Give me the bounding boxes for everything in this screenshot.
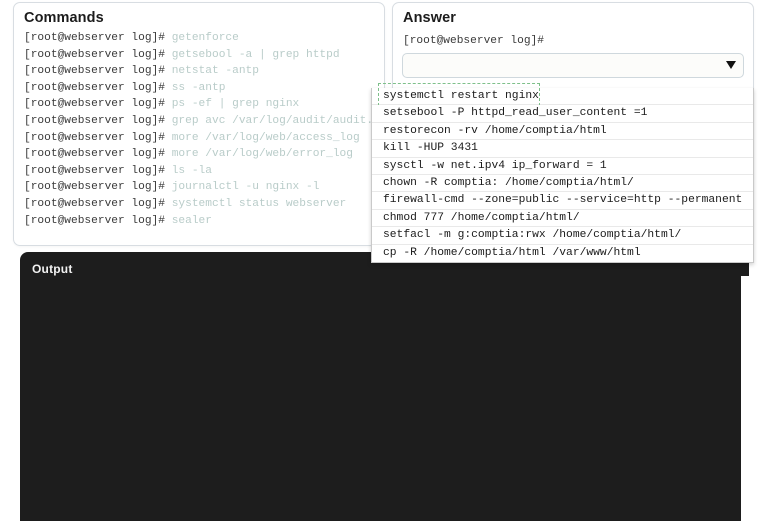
answer-prompt: [root@webserver log]# [403, 35, 544, 47]
shell-prompt: [root@webserver log]# [24, 114, 172, 127]
command-line: [root@webserver log]# grep avc /var/log/… [14, 113, 393, 130]
command-line: [root@webserver log]# sealer [14, 213, 384, 230]
command-text: netstat -antp [171, 65, 259, 78]
command-text: journalctl -u nginx -l [171, 181, 320, 194]
dropdown-option[interactable]: firewall-cmd --zone=public --service=htt… [372, 192, 753, 210]
command-text: grep avc /var/log/audit/audit.log [171, 114, 394, 127]
shell-prompt: [root@webserver log]# [24, 131, 172, 144]
command-line: [root@webserver log]# ps -ef | grep ngin… [14, 96, 384, 113]
command-line: [root@webserver log]# systemctl status w… [14, 196, 384, 213]
shell-prompt: [root@webserver log]# [24, 32, 172, 44]
shell-prompt: [root@webserver log]# [24, 197, 172, 210]
dropdown-option[interactable]: setsebool -P httpd_read_user_content =1 [372, 105, 753, 123]
command-line: [root@webserver log]# journalctl -u ngin… [14, 179, 384, 196]
commands-panel: Commands [root@webserver log]# getenforc… [13, 2, 393, 246]
dropdown-option[interactable]: cp -R /home/comptia/html /var/www/html [372, 244, 753, 262]
command-line: [root@webserver log]# more /var/log/web/… [14, 146, 384, 163]
output-panel: Output [20, 234, 749, 521]
dropdown-option[interactable]: setfacl -m g:comptia:rwx /home/comptia/h… [372, 227, 753, 245]
dropdown-option[interactable]: chmod 777 /home/comptia/html/ [372, 209, 753, 228]
shell-prompt: [root@webserver log]# [24, 214, 172, 227]
answer-select-input[interactable] [402, 53, 744, 78]
commands-list: [root@webserver log]# getenforce [root@we… [14, 30, 393, 230]
answer-panel-title: Answer [403, 10, 456, 26]
command-line: [root@webserver log]# more /var/log/web/… [14, 130, 384, 147]
shell-prompt: [root@webserver log]# [24, 81, 172, 94]
command-line: [root@webserver log]# netstat -antp [14, 63, 384, 80]
shell-prompt: [root@webserver log]# [24, 65, 172, 78]
command-line: [root@webserver log]# getsebool -a | gre… [14, 47, 384, 64]
command-line: [root@webserver log]# ls -la [14, 163, 384, 180]
chevron-down-icon[interactable] [726, 61, 736, 69]
command-text: ss -antp [171, 81, 226, 94]
command-line: [root@webserver log]# getenforce [14, 30, 384, 47]
command-text: more /var/log/web/error_log [171, 148, 353, 161]
dropdown-option[interactable]: sysctl -w net.ipv4 ip_forward = 1 [372, 157, 753, 175]
shell-prompt: [root@webserver log]# [24, 181, 172, 194]
dropdown-option[interactable]: chown -R comptia: /home/comptia/html/ [372, 174, 753, 193]
shell-prompt: [root@webserver log]# [24, 148, 172, 161]
shell-prompt: [root@webserver log]# [24, 164, 172, 177]
command-text: sealer [171, 214, 212, 227]
shell-prompt: [root@webserver log]# [24, 48, 172, 61]
top-area: Commands [root@webserver log]# getenforc… [0, 0, 760, 263]
command-text: ls -la [171, 164, 212, 177]
commands-panel-title: Commands [24, 10, 104, 26]
command-text: getenforce [171, 32, 239, 44]
dropdown-option[interactable]: systemctl restart nginx [372, 82, 753, 107]
output-panel-body [20, 282, 741, 521]
command-text: more /var/log/web/access_log [171, 131, 360, 144]
answer-dropdown-list[interactable]: systemctl restart nginx setsebool -P http… [371, 82, 754, 263]
command-text: systemctl status webserver [171, 197, 347, 210]
command-text: ps -ef | grep nginx [171, 98, 300, 111]
command-text: getsebool -a | grep httpd [171, 48, 340, 61]
command-line: [root@webserver log]# ss -antp [14, 80, 384, 97]
dropdown-option[interactable]: restorecon -rv /home/comptia/html [372, 122, 753, 141]
shell-prompt: [root@webserver log]# [24, 98, 172, 111]
dropdown-option[interactable]: kill -HUP 3431 [372, 140, 753, 158]
